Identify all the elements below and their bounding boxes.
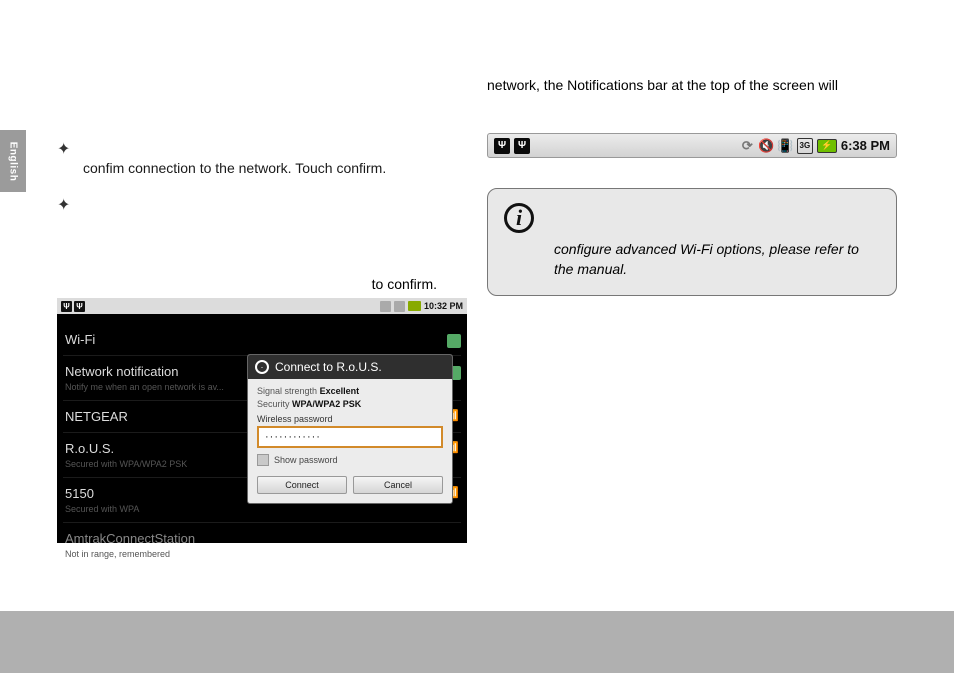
password-label: Wireless password bbox=[257, 414, 443, 424]
usb-icon: Ψ bbox=[61, 301, 72, 312]
signal-value: Excellent bbox=[320, 386, 360, 396]
intro-text: network, the Notifications bar at the to… bbox=[487, 75, 897, 95]
right-column: network, the Notifications bar at the to… bbox=[487, 75, 897, 296]
screenshot-time: 10:32 PM bbox=[424, 301, 463, 311]
bullet-text-2 bbox=[83, 196, 467, 216]
network-sub: Secured with WPA bbox=[65, 504, 459, 514]
diamond-bullet-icon: ✦ bbox=[57, 196, 83, 216]
wifi-dialog-icon: · bbox=[255, 360, 269, 374]
screenshot-statusbar: Ψ Ψ 10:32 PM bbox=[57, 298, 467, 314]
data-icon bbox=[394, 301, 405, 312]
statusbar-time: 6:38 PM bbox=[841, 138, 890, 153]
network-amtrak-row[interactable]: AmtrakConnectStation Not in range, remem… bbox=[63, 523, 461, 567]
checkbox-icon[interactable] bbox=[257, 454, 269, 466]
wifi-toggle-row[interactable]: Wi-Fi bbox=[63, 324, 461, 356]
info-callout: i configure advanced Wi-Fi options, plea… bbox=[487, 188, 897, 296]
page-footer-bar bbox=[0, 611, 954, 673]
signal-strength-row: Signal strength Excellent bbox=[257, 386, 443, 396]
wifi-label: Wi-Fi bbox=[65, 332, 459, 347]
confirm-tail-text: to confirm. bbox=[57, 276, 467, 292]
network-sub: Not in range, remembered bbox=[65, 549, 459, 559]
checkbox-icon[interactable] bbox=[447, 334, 461, 348]
dialog-titlebar: · Connect to R.o.U.S. bbox=[248, 355, 452, 379]
signal-icon bbox=[380, 301, 391, 312]
sync-icon: ⟳ bbox=[740, 138, 755, 153]
bullet-item-2: ✦ bbox=[57, 196, 467, 216]
language-tab[interactable]: English bbox=[0, 130, 26, 192]
language-tab-label: English bbox=[8, 141, 19, 181]
usb-icon: Ψ bbox=[514, 138, 530, 154]
show-password-row[interactable]: Show password bbox=[257, 454, 443, 466]
usb-icon: Ψ bbox=[494, 138, 510, 154]
battery-icon bbox=[408, 301, 421, 311]
dialog-title: Connect to R.o.U.S. bbox=[275, 360, 382, 374]
show-password-label: Show password bbox=[274, 455, 338, 465]
bullet-item-1: ✦ confim connection to the network. Touc… bbox=[57, 140, 467, 178]
volume-mute-icon: 🔇 bbox=[759, 138, 774, 153]
security-value: WPA/WPA2 PSK bbox=[292, 399, 361, 409]
security-key: Security bbox=[257, 399, 290, 409]
vibrate-icon: 📳 bbox=[778, 138, 793, 153]
diamond-bullet-icon: ✦ bbox=[57, 140, 83, 178]
network-name: AmtrakConnectStation bbox=[65, 531, 459, 546]
signal-key: Signal strength bbox=[257, 386, 317, 396]
info-icon: i bbox=[504, 203, 534, 233]
connect-button[interactable]: Connect bbox=[257, 476, 347, 494]
password-input[interactable]: ············ bbox=[257, 426, 443, 448]
left-column: ✦ confim connection to the network. Touc… bbox=[57, 140, 467, 543]
info-text: configure advanced Wi-Fi options, please… bbox=[554, 201, 876, 279]
wifi-settings-screenshot: Ψ Ψ 10:32 PM Wi-Fi Network notification … bbox=[57, 298, 467, 543]
security-row: Security WPA/WPA2 PSK bbox=[257, 399, 443, 409]
battery-charging-icon: ⚡ bbox=[817, 139, 837, 153]
cancel-button[interactable]: Cancel bbox=[353, 476, 443, 494]
usb-icon: Ψ bbox=[74, 301, 85, 312]
password-value: ············ bbox=[265, 431, 321, 443]
data-3g-icon: 3G bbox=[797, 138, 813, 154]
connect-dialog: · Connect to R.o.U.S. Signal strength Ex… bbox=[247, 354, 453, 504]
bullet-text-1: confim connection to the network. Touch … bbox=[83, 140, 467, 178]
notifications-bar: Ψ Ψ ⟳ 🔇 📳 3G ⚡ 6:38 PM bbox=[487, 133, 897, 158]
